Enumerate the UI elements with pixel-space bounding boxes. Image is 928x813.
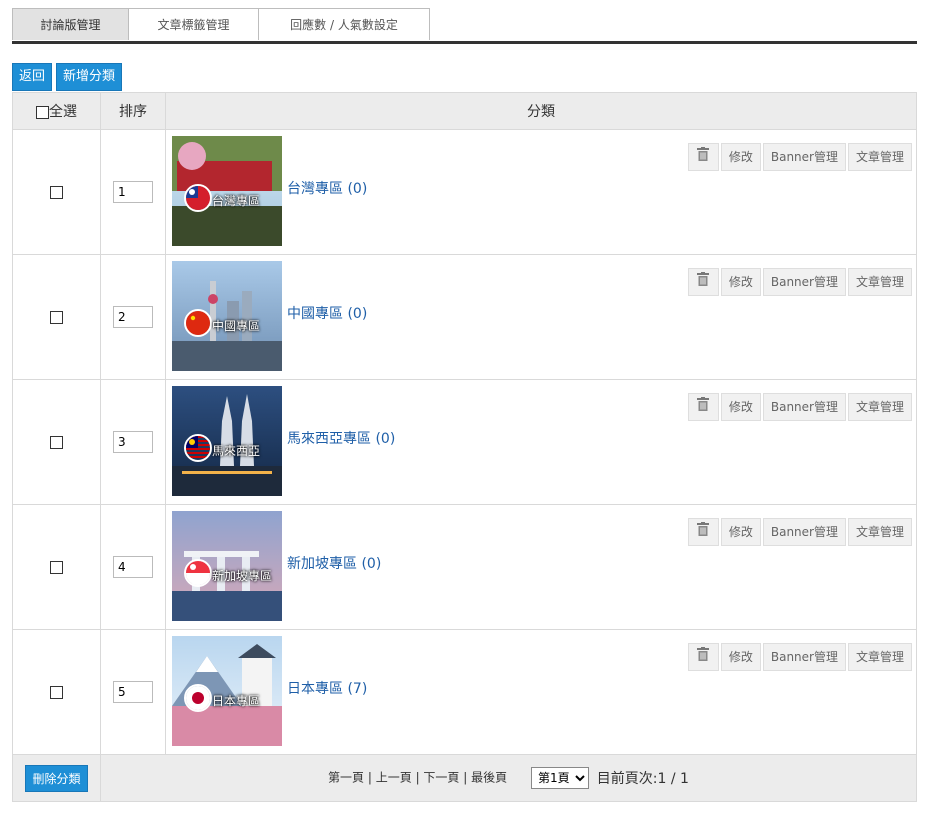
article-management-button[interactable]: 文章管理 <box>847 268 912 296</box>
delete-cell: 刪除分類 <box>12 754 101 802</box>
pagination: 第一頁 | 上一頁 | 下一頁 | 最後頁 第1頁 目前頁次:1 / 1 <box>100 754 917 802</box>
trash-icon <box>697 147 710 161</box>
next-page-link[interactable]: 下一頁 <box>423 771 459 785</box>
order-header: 排序 <box>100 92 166 130</box>
edit-button[interactable]: 修改 <box>720 518 761 546</box>
singapore-flag-icon <box>184 559 212 587</box>
tab-forum-management[interactable]: 討論版管理 <box>12 8 129 40</box>
edit-button[interactable]: 修改 <box>720 268 761 296</box>
category-link[interactable]: 台灣專區 (0) <box>287 178 367 198</box>
thumbnail-label: 馬來西亞 <box>212 444 261 458</box>
category-header: 分類 <box>165 92 917 130</box>
delete-category-button[interactable]: 刪除分類 <box>25 764 88 792</box>
order-input[interactable] <box>113 181 153 203</box>
category-thumbnail[interactable]: 日本專區 <box>172 636 282 746</box>
tab-reply-popularity-settings[interactable]: 回應數 / 人氣數設定 <box>258 8 430 40</box>
table-row: 馬來西亞 馬來西亞專區 (0) 修改 Banner管理 文章管理 <box>12 379 917 505</box>
order-input[interactable] <box>113 681 153 703</box>
thumbnail-label: 台灣專區 <box>212 194 261 208</box>
category-thumbnail[interactable]: 中國專區 <box>172 261 282 371</box>
row-actions: 修改 Banner管理 文章管理 <box>687 518 912 546</box>
table-row: 日本專區 日本專區 (7) 修改 Banner管理 文章管理 <box>12 629 917 755</box>
tab-bar: 討論版管理 文章標籤管理 回應數 / 人氣數設定 <box>12 8 430 40</box>
thumbnail-label: 新加坡專區 <box>212 569 273 583</box>
delete-button[interactable] <box>687 518 719 546</box>
row-checkbox[interactable] <box>50 435 63 449</box>
row-checkbox[interactable] <box>50 560 63 574</box>
category-thumbnail[interactable]: 新加坡專區 <box>172 511 282 621</box>
category-thumbnail[interactable]: 馬來西亞 <box>172 386 282 496</box>
table-row: 中國專區 中國專區 (0) 修改 Banner管理 文章管理 <box>12 254 917 380</box>
table-row: 台灣專區 台灣專區 (0) 修改 Banner管理 文章管理 <box>12 129 917 255</box>
row-actions: 修改 Banner管理 文章管理 <box>687 643 912 671</box>
tab-underline <box>12 41 917 44</box>
row-checkbox[interactable] <box>50 310 63 324</box>
banner-management-button[interactable]: Banner管理 <box>762 143 846 171</box>
trash-icon <box>697 397 710 411</box>
article-management-button[interactable]: 文章管理 <box>847 143 912 171</box>
page-select[interactable]: 第1頁 <box>530 767 589 789</box>
thumbnail-label: 日本專區 <box>212 694 261 708</box>
banner-management-button[interactable]: Banner管理 <box>762 518 846 546</box>
banner-management-button[interactable]: Banner管理 <box>762 643 846 671</box>
banner-management-button[interactable]: Banner管理 <box>762 268 846 296</box>
china-flag-icon <box>184 309 212 337</box>
row-checkbox[interactable] <box>50 185 63 199</box>
category-link[interactable]: 日本專區 (7) <box>287 678 367 698</box>
article-management-button[interactable]: 文章管理 <box>847 393 912 421</box>
banner-management-button[interactable]: Banner管理 <box>762 393 846 421</box>
last-page-link[interactable]: 最後頁 <box>471 771 507 785</box>
first-page-link[interactable]: 第一頁 <box>328 771 364 785</box>
add-category-button[interactable]: 新增分類 <box>56 63 123 91</box>
edit-button[interactable]: 修改 <box>720 393 761 421</box>
category-table: 全選 排序 分類 台灣專區 台灣專區 (0) <box>12 92 917 802</box>
category-link[interactable]: 馬來西亞專區 (0) <box>287 428 395 448</box>
tab-article-tag-management[interactable]: 文章標籤管理 <box>128 8 259 40</box>
article-management-button[interactable]: 文章管理 <box>847 643 912 671</box>
article-management-button[interactable]: 文章管理 <box>847 518 912 546</box>
table-row: 新加坡專區 新加坡專區 (0) 修改 Banner管理 文章管理 <box>12 504 917 630</box>
trash-icon <box>697 522 710 536</box>
select-all-label: 全選 <box>49 104 77 120</box>
prev-page-link[interactable]: 上一頁 <box>376 771 412 785</box>
category-thumbnail[interactable]: 台灣專區 <box>172 136 282 246</box>
current-page-info: 目前頁次:1 / 1 <box>596 771 689 787</box>
row-actions: 修改 Banner管理 文章管理 <box>687 268 912 296</box>
order-input[interactable] <box>113 431 153 453</box>
delete-button[interactable] <box>687 643 719 671</box>
delete-button[interactable] <box>687 143 719 171</box>
trash-icon <box>697 647 710 661</box>
taiwan-flag-icon <box>184 184 212 212</box>
row-actions: 修改 Banner管理 文章管理 <box>687 393 912 421</box>
row-actions: 修改 Banner管理 文章管理 <box>687 143 912 171</box>
delete-button[interactable] <box>687 268 719 296</box>
select-all-checkbox[interactable] <box>36 105 49 119</box>
thumbnail-label: 中國專區 <box>212 319 261 333</box>
toolbar: 返回 新增分類 <box>12 63 123 91</box>
delete-button[interactable] <box>687 393 719 421</box>
trash-icon <box>697 272 710 286</box>
japan-flag-icon <box>184 684 212 712</box>
edit-button[interactable]: 修改 <box>720 143 761 171</box>
order-input[interactable] <box>113 306 153 328</box>
edit-button[interactable]: 修改 <box>720 643 761 671</box>
category-link[interactable]: 新加坡專區 (0) <box>287 553 381 573</box>
malaysia-flag-icon <box>184 434 212 462</box>
select-all-header[interactable]: 全選 <box>12 92 101 130</box>
row-checkbox[interactable] <box>50 685 63 699</box>
order-input[interactable] <box>113 556 153 578</box>
back-button[interactable]: 返回 <box>12 63 53 91</box>
category-link[interactable]: 中國專區 (0) <box>287 303 367 323</box>
